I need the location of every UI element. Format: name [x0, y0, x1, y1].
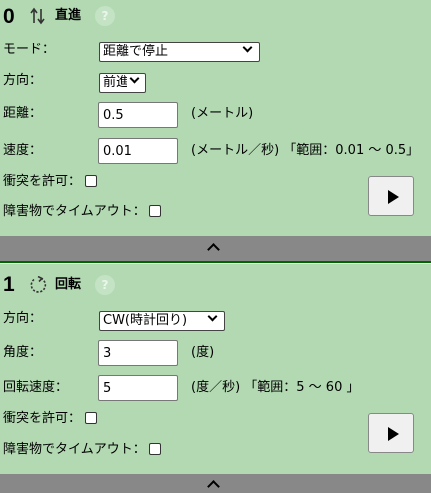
timeout-label: 障害物でタイムアウト： [3, 204, 146, 219]
timeout-checkbox[interactable] [149, 443, 161, 455]
up-down-arrows-icon [30, 7, 45, 25]
rotation-speed-unit: (度／秒) 「範囲：5 ～ 60 」 [191, 380, 360, 395]
distance-label: 距離： [3, 106, 43, 121]
speed-label: 速度： [3, 143, 43, 158]
direction-label: 方向： [3, 73, 43, 88]
collision-checkbox[interactable] [85, 175, 97, 187]
step-number: 0 [3, 5, 15, 28]
chevron-up-icon [207, 480, 220, 493]
step-title: 直進 [55, 8, 82, 23]
help-icon[interactable]: ? [95, 6, 115, 26]
distance-input[interactable] [98, 102, 178, 128]
speed-unit: (メートル／秒) 「範囲：0.01 ～ 0.5」 [191, 143, 420, 158]
rotation-speed-input[interactable] [98, 375, 178, 401]
play-button[interactable] [368, 176, 414, 216]
collision-label: 衝突を許可： [3, 174, 82, 189]
mode-select[interactable]: 距離で停止 [99, 42, 260, 62]
rotation-speed-label: 回転速度： [3, 380, 69, 395]
collision-label: 衝突を許可： [3, 411, 82, 426]
direction-select[interactable]: CW(時計回り) [99, 311, 225, 331]
direction-select-wrap: CW(時計回り) [99, 309, 225, 331]
step-number: 1 [3, 273, 15, 296]
step-divider-highlight [0, 263, 431, 264]
play-button[interactable] [368, 413, 414, 453]
mode-select-wrap: 距離で停止 [99, 40, 260, 62]
help-icon[interactable]: ? [95, 275, 115, 295]
angle-label: 角度： [3, 345, 43, 360]
direction-select[interactable]: 前進 [99, 73, 146, 93]
collapse-bar[interactable] [0, 474, 431, 493]
collapse-bar[interactable] [0, 236, 431, 261]
play-icon [388, 427, 399, 441]
step-title: 回転 [55, 277, 82, 292]
chevron-up-icon [207, 243, 220, 256]
distance-unit: (メートル) [191, 106, 254, 121]
direction-select-wrap: 前進 [99, 71, 146, 93]
angle-input[interactable] [98, 340, 178, 366]
speed-input[interactable] [98, 138, 178, 164]
timeout-label: 障害物でタイムアウト： [3, 442, 146, 457]
mode-label: モード： [3, 42, 56, 57]
collision-checkbox[interactable] [85, 412, 97, 424]
rotate-icon [30, 276, 47, 293]
play-icon [388, 190, 399, 204]
timeout-checkbox[interactable] [149, 205, 161, 217]
angle-unit: (度) [191, 345, 215, 360]
direction-label: 方向： [3, 311, 43, 326]
